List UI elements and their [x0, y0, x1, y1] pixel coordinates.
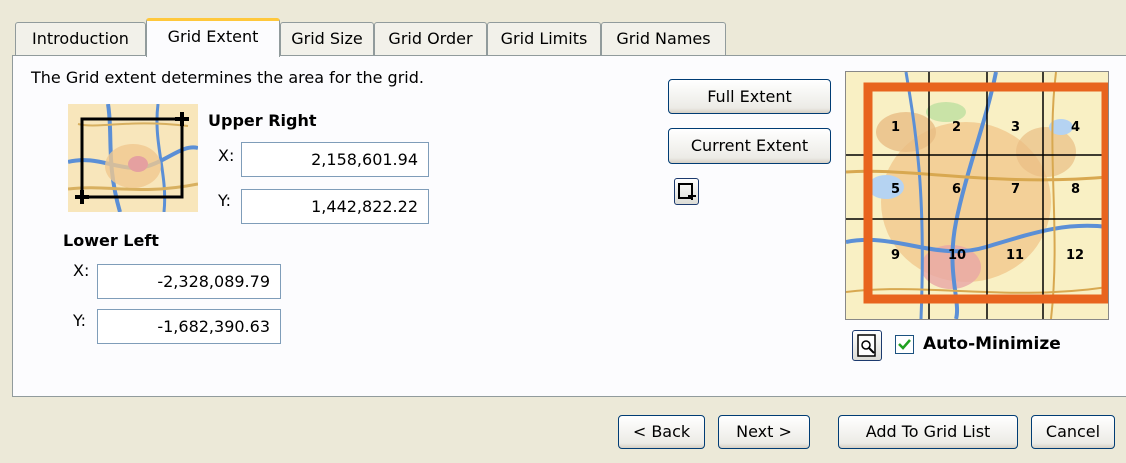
grid-extent-panel: The Grid extent determines the area for … [12, 55, 1126, 397]
upper-right-x-label: X: [218, 146, 235, 165]
next-button[interactable]: Next > [718, 415, 810, 449]
grid-preview-map: 1 2 3 4 5 6 7 8 9 10 11 12 [845, 71, 1111, 320]
grid-cell-label: 3 [1011, 120, 1021, 135]
description-text: The Grid extent determines the area for … [31, 68, 424, 87]
back-button[interactable]: < Back [618, 415, 705, 449]
current-extent-button[interactable]: Current Extent [668, 128, 831, 164]
grid-cell-label: 8 [1071, 182, 1081, 197]
tab-introduction[interactable]: Introduction [15, 22, 146, 56]
tab-grid-order[interactable]: Grid Order [374, 22, 487, 56]
upper-right-y-field[interactable]: 1,442,822.22 [241, 189, 429, 224]
checkbox-checked-icon [898, 339, 911, 350]
upper-right-x-field[interactable]: 2,158,601.94 [241, 142, 429, 177]
grid-cell-label: 9 [891, 248, 901, 263]
grid-cell-label: 4 [1071, 120, 1081, 135]
add-to-grid-list-button[interactable]: Add To Grid List [838, 415, 1018, 449]
cancel-button[interactable]: Cancel [1031, 415, 1115, 449]
select-extent-icon [678, 183, 696, 200]
upper-right-y-label: Y: [218, 191, 232, 210]
select-extent-button[interactable] [674, 178, 699, 205]
lower-left-x-field[interactable]: -2,328,089.79 [97, 264, 281, 299]
tab-grid-extent[interactable]: Grid Extent [146, 18, 280, 57]
grid-cell-label: 6 [952, 182, 962, 197]
auto-minimize-label: Auto-Minimize [923, 334, 1061, 354]
lower-left-x-label: X: [73, 261, 90, 280]
extent-map-icon [67, 103, 199, 213]
zoom-preview-button[interactable] [852, 330, 882, 361]
full-extent-button[interactable]: Full Extent [668, 79, 831, 114]
grid-cell-label: 11 [1006, 248, 1025, 263]
zoom-preview-icon [857, 334, 876, 357]
grid-cell-label: 10 [948, 248, 967, 263]
tab-grid-size[interactable]: Grid Size [280, 22, 374, 56]
grid-cell-label: 1 [891, 120, 901, 135]
grid-cell-label: 7 [1011, 182, 1021, 197]
lower-left-label: Lower Left [63, 231, 159, 250]
lower-left-y-field[interactable]: -1,682,390.63 [97, 309, 281, 344]
grid-cell-label: 12 [1066, 248, 1085, 263]
auto-minimize-checkbox[interactable] [895, 335, 914, 354]
tab-grid-limits[interactable]: Grid Limits [487, 22, 601, 56]
upper-right-label: Upper Right [208, 111, 317, 130]
grid-cell-label: 2 [952, 120, 962, 135]
lower-left-y-label: Y: [73, 311, 87, 330]
tab-grid-names[interactable]: Grid Names [601, 22, 726, 56]
grid-cell-label: 5 [891, 182, 901, 197]
